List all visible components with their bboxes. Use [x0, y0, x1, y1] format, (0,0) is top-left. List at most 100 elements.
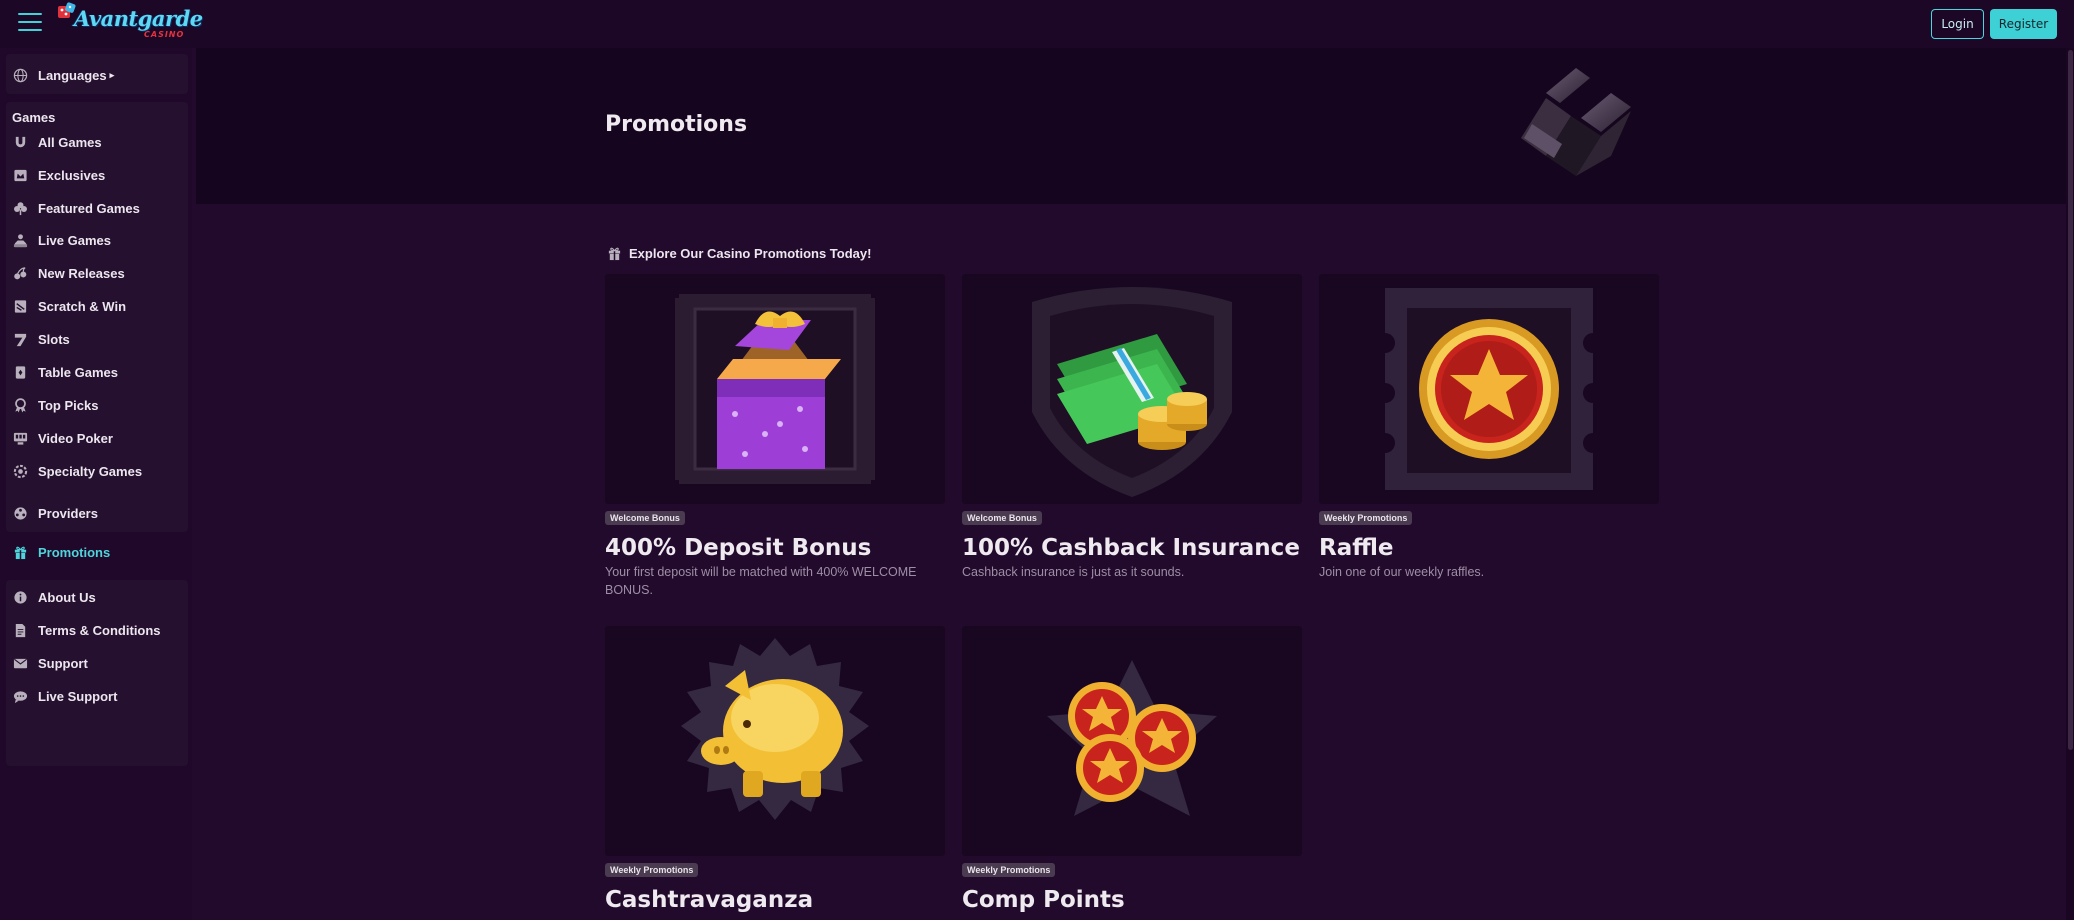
- cards-icon: [12, 364, 28, 380]
- star-coins-icon: [1047, 660, 1217, 816]
- sidebar-item-label: Video Poker: [38, 430, 113, 446]
- star-ticket-icon: [1385, 288, 1593, 490]
- promo-badge: Weekly Promotions: [1319, 511, 1413, 525]
- promo-image[interactable]: [962, 626, 1302, 856]
- section-heading: Explore Our Casino Promotions Today!: [607, 244, 871, 262]
- sidebar-item-label: Exclusives: [38, 167, 106, 183]
- hero-banner: Promotions: [196, 48, 2066, 204]
- horseshoe-icon: [12, 134, 28, 150]
- promo-image[interactable]: [962, 274, 1302, 504]
- promo-image[interactable]: [605, 274, 945, 504]
- page-title: Promotions: [605, 112, 748, 137]
- register-button[interactable]: Register: [1990, 9, 2057, 39]
- promo-badge: Weekly Promotions: [962, 863, 1056, 877]
- sidebar-item-label: Specialty Games: [38, 463, 143, 479]
- login-button[interactable]: Login: [1931, 9, 1984, 39]
- sidebar-item-label: Terms & Conditions: [38, 622, 161, 638]
- sidebar-item-scratch-win[interactable]: Scratch & Win: [12, 296, 126, 316]
- sidebar-item-new-releases[interactable]: New Releases: [12, 263, 125, 283]
- sidebar-item-terms[interactable]: Terms & Conditions: [12, 620, 161, 640]
- games-heading: Games: [12, 110, 56, 125]
- info-box: [6, 580, 188, 766]
- sidebar-item-video-poker[interactable]: Video Poker: [12, 428, 113, 448]
- sidebar-item-label: Table Games: [38, 364, 118, 380]
- promo-card[interactable]: Weekly Promotions Raffle Join one of our…: [1319, 274, 1659, 581]
- piggy-bank-icon: [681, 638, 869, 820]
- sidebar-item-label: Live Games: [38, 232, 111, 248]
- clover-icon: [12, 200, 28, 216]
- logo-text: Avantgarde: [74, 6, 203, 31]
- gift-box-icon: [1521, 68, 1631, 176]
- globe-icon: [12, 67, 28, 83]
- sidebar-item-label: Support: [38, 655, 88, 671]
- gift-icon: [608, 247, 621, 260]
- seven-icon: [12, 331, 28, 347]
- sidebar-item-providers[interactable]: Providers: [12, 503, 98, 523]
- cash-and-coins-icon: [1032, 287, 1232, 497]
- sidebar-item-specialty-games[interactable]: Specialty Games: [12, 461, 142, 481]
- logo-subtext: CASINO: [144, 30, 185, 39]
- providers-label: Providers: [38, 505, 98, 521]
- promo-title[interactable]: Raffle: [1319, 535, 1659, 561]
- sidebar: Languages ▸ Games All Games Exclusives F…: [0, 48, 192, 920]
- sidebar-item-label: Featured Games: [38, 200, 140, 216]
- promo-badge: Welcome Bonus: [605, 511, 685, 525]
- sidebar-item-label: All Games: [38, 134, 102, 150]
- promo-description: Your first deposit will be matched with …: [605, 565, 917, 597]
- promo-title[interactable]: Cashtravaganza: [605, 887, 945, 913]
- promotions-label: Promotions: [38, 544, 111, 560]
- promo-image[interactable]: [1319, 274, 1659, 504]
- crown-card-icon: [12, 167, 28, 183]
- menu-icon[interactable]: [18, 13, 42, 33]
- sidebar-item-label: Live Support: [38, 688, 118, 704]
- gift-box-icon: [671, 290, 879, 488]
- languages-label: Languages: [38, 67, 107, 83]
- sidebar-item-label: Scratch & Win: [38, 298, 127, 314]
- promo-image[interactable]: [605, 626, 945, 856]
- promo-badge: Weekly Promotions: [605, 863, 699, 877]
- promo-description: Cashback insurance is just as it sounds.: [962, 565, 1185, 579]
- sidebar-item-live-games[interactable]: Live Games: [12, 230, 111, 250]
- document-icon: [12, 622, 28, 638]
- section-heading-text: Explore Our Casino Promotions Today!: [629, 245, 872, 261]
- promo-title[interactable]: Comp Points: [962, 887, 1302, 913]
- sidebar-item-exclusives[interactable]: Exclusives: [12, 165, 105, 185]
- award-icon: [12, 397, 28, 413]
- sidebar-item-all-games[interactable]: All Games: [12, 132, 102, 152]
- envelope-icon: [12, 655, 28, 671]
- sidebar-item-promotions[interactable]: Promotions: [12, 542, 110, 562]
- logo[interactable]: Avantgarde CASINO: [54, 0, 203, 44]
- promo-card[interactable]: Weekly Promotions Cashtravaganza: [605, 626, 945, 913]
- sidebar-item-label: New Releases: [38, 265, 125, 281]
- promo-title[interactable]: 400% Deposit Bonus: [605, 535, 945, 561]
- scrollbar-thumb[interactable]: [2068, 50, 2073, 750]
- gift-icon: [12, 544, 28, 560]
- promo-card[interactable]: Welcome Bonus 100% Cashback Insurance Ca…: [962, 274, 1302, 581]
- promo-card[interactable]: Welcome Bonus 400% Deposit Bonus Your fi…: [605, 274, 945, 599]
- sidebar-item-top-picks[interactable]: Top Picks: [12, 395, 98, 415]
- sidebar-item-featured-games[interactable]: Featured Games: [12, 198, 140, 218]
- promo-title[interactable]: 100% Cashback Insurance: [962, 535, 1302, 561]
- promo-card[interactable]: Weekly Promotions Comp Points: [962, 626, 1302, 913]
- sidebar-item-table-games[interactable]: Table Games: [12, 362, 118, 382]
- cherries-icon: [12, 265, 28, 281]
- video-poker-icon: [12, 430, 28, 446]
- sidebar-item-about-us[interactable]: About Us: [12, 587, 96, 607]
- promo-badge: Welcome Bonus: [962, 511, 1042, 525]
- sidebar-item-live-support[interactable]: Live Support: [12, 686, 117, 706]
- promo-description: Join one of our weekly raffles.: [1319, 565, 1485, 579]
- sidebar-item-label: Slots: [38, 331, 70, 347]
- sidebar-item-label: About Us: [38, 589, 96, 605]
- providers-icon: [12, 505, 28, 521]
- sidebar-item-slots[interactable]: Slots: [12, 329, 70, 349]
- dealer-icon: [12, 232, 28, 248]
- chevron-right-icon: ▸: [109, 69, 115, 80]
- info-icon: [12, 589, 28, 605]
- scratch-card-icon: [12, 298, 28, 314]
- sidebar-item-support[interactable]: Support: [12, 653, 88, 673]
- chat-icon: [12, 688, 28, 704]
- wheel-icon: [12, 463, 28, 479]
- languages-menu[interactable]: Languages ▸: [12, 65, 114, 85]
- top-bar: Avantgarde CASINO Login Register: [0, 0, 2074, 48]
- sidebar-item-label: Top Picks: [38, 397, 99, 413]
